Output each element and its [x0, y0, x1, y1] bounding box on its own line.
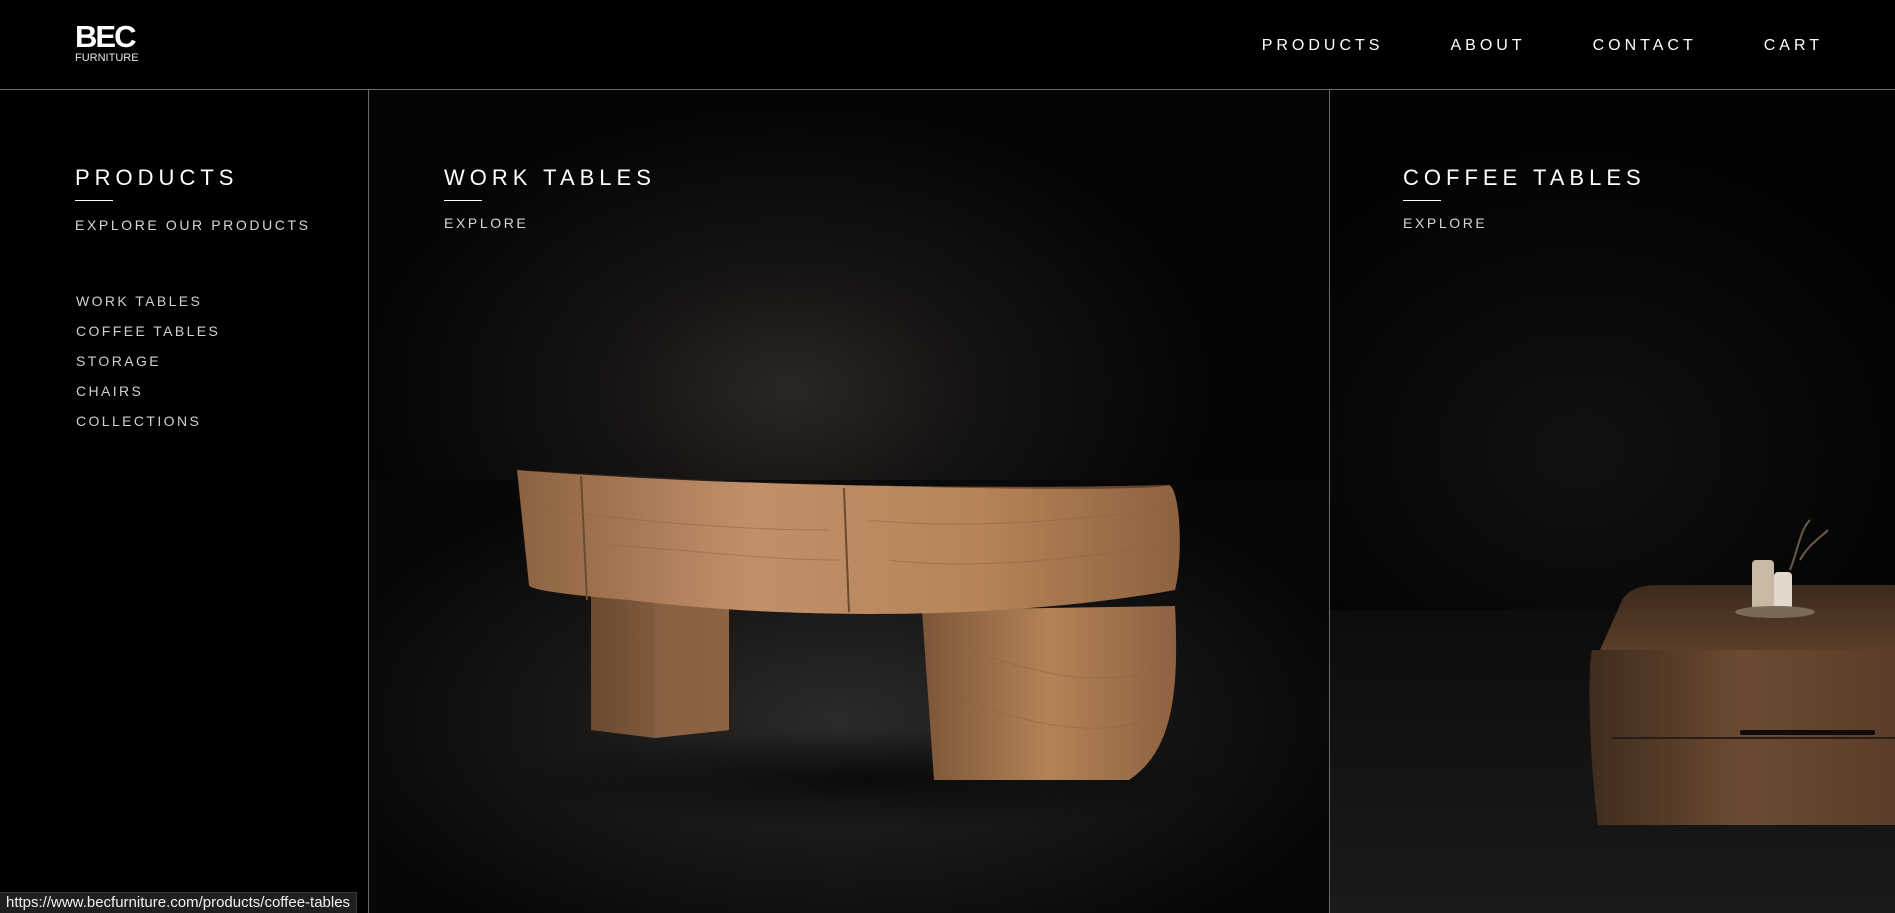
menu-item-collections[interactable]: COLLECTIONS: [76, 413, 220, 429]
work-tables-explore-link[interactable]: EXPLORE: [444, 215, 528, 231]
coffee-table-photo-icon: [1589, 519, 1895, 825]
coffee-tables-panel[interactable]: COFFEE TABLES EXPLORE: [1330, 90, 1895, 913]
menu-item-coffee-tables[interactable]: COFFEE TABLES: [76, 323, 220, 339]
page: BEC FURNITURE PRODUCTS ABOUT CONTACT CAR…: [0, 0, 1895, 913]
products-menu-panel: PRODUCTS EXPLORE OUR PRODUCTS WORK TABLE…: [0, 90, 369, 913]
work-tables-title-underline: [444, 200, 482, 201]
nav-products[interactable]: PRODUCTS: [1262, 36, 1384, 56]
products-menu-title: PRODUCTS: [75, 165, 239, 190]
nav-contact[interactable]: CONTACT: [1593, 36, 1697, 56]
status-bar-url: https://www.becfurniture.com/products/co…: [0, 892, 358, 913]
main-nav: PRODUCTS ABOUT CONTACT CART: [1262, 36, 1823, 56]
work-tables-title: WORK TABLES: [444, 165, 656, 190]
coffee-tables-explore-link[interactable]: EXPLORE: [1403, 215, 1487, 231]
site-header: BEC FURNITURE PRODUCTS ABOUT CONTACT CAR…: [0, 0, 1895, 90]
products-title-underline: [75, 200, 113, 201]
work-table-photo-icon: [509, 470, 1229, 830]
coffee-tables-title-underline: [1403, 200, 1441, 201]
explore-products-link[interactable]: EXPLORE OUR PRODUCTS: [75, 217, 311, 233]
menu-item-work-tables[interactable]: WORK TABLES: [76, 293, 220, 309]
menu-item-chairs[interactable]: CHAIRS: [76, 383, 220, 399]
nav-about[interactable]: ABOUT: [1450, 36, 1525, 56]
menu-item-storage[interactable]: STORAGE: [76, 353, 220, 369]
logo[interactable]: BEC FURNITURE: [75, 19, 147, 66]
coffee-tables-title: COFFEE TABLES: [1403, 165, 1646, 190]
nav-cart[interactable]: CART: [1764, 36, 1823, 56]
logo-main-text: BEC: [75, 19, 136, 54]
products-category-list: WORK TABLES COFFEE TABLES STORAGE CHAIRS…: [76, 293, 220, 443]
work-tables-panel[interactable]: WORK TABLES EXPLORE: [369, 90, 1330, 913]
logo-sub-text: FURNITURE: [75, 52, 139, 64]
